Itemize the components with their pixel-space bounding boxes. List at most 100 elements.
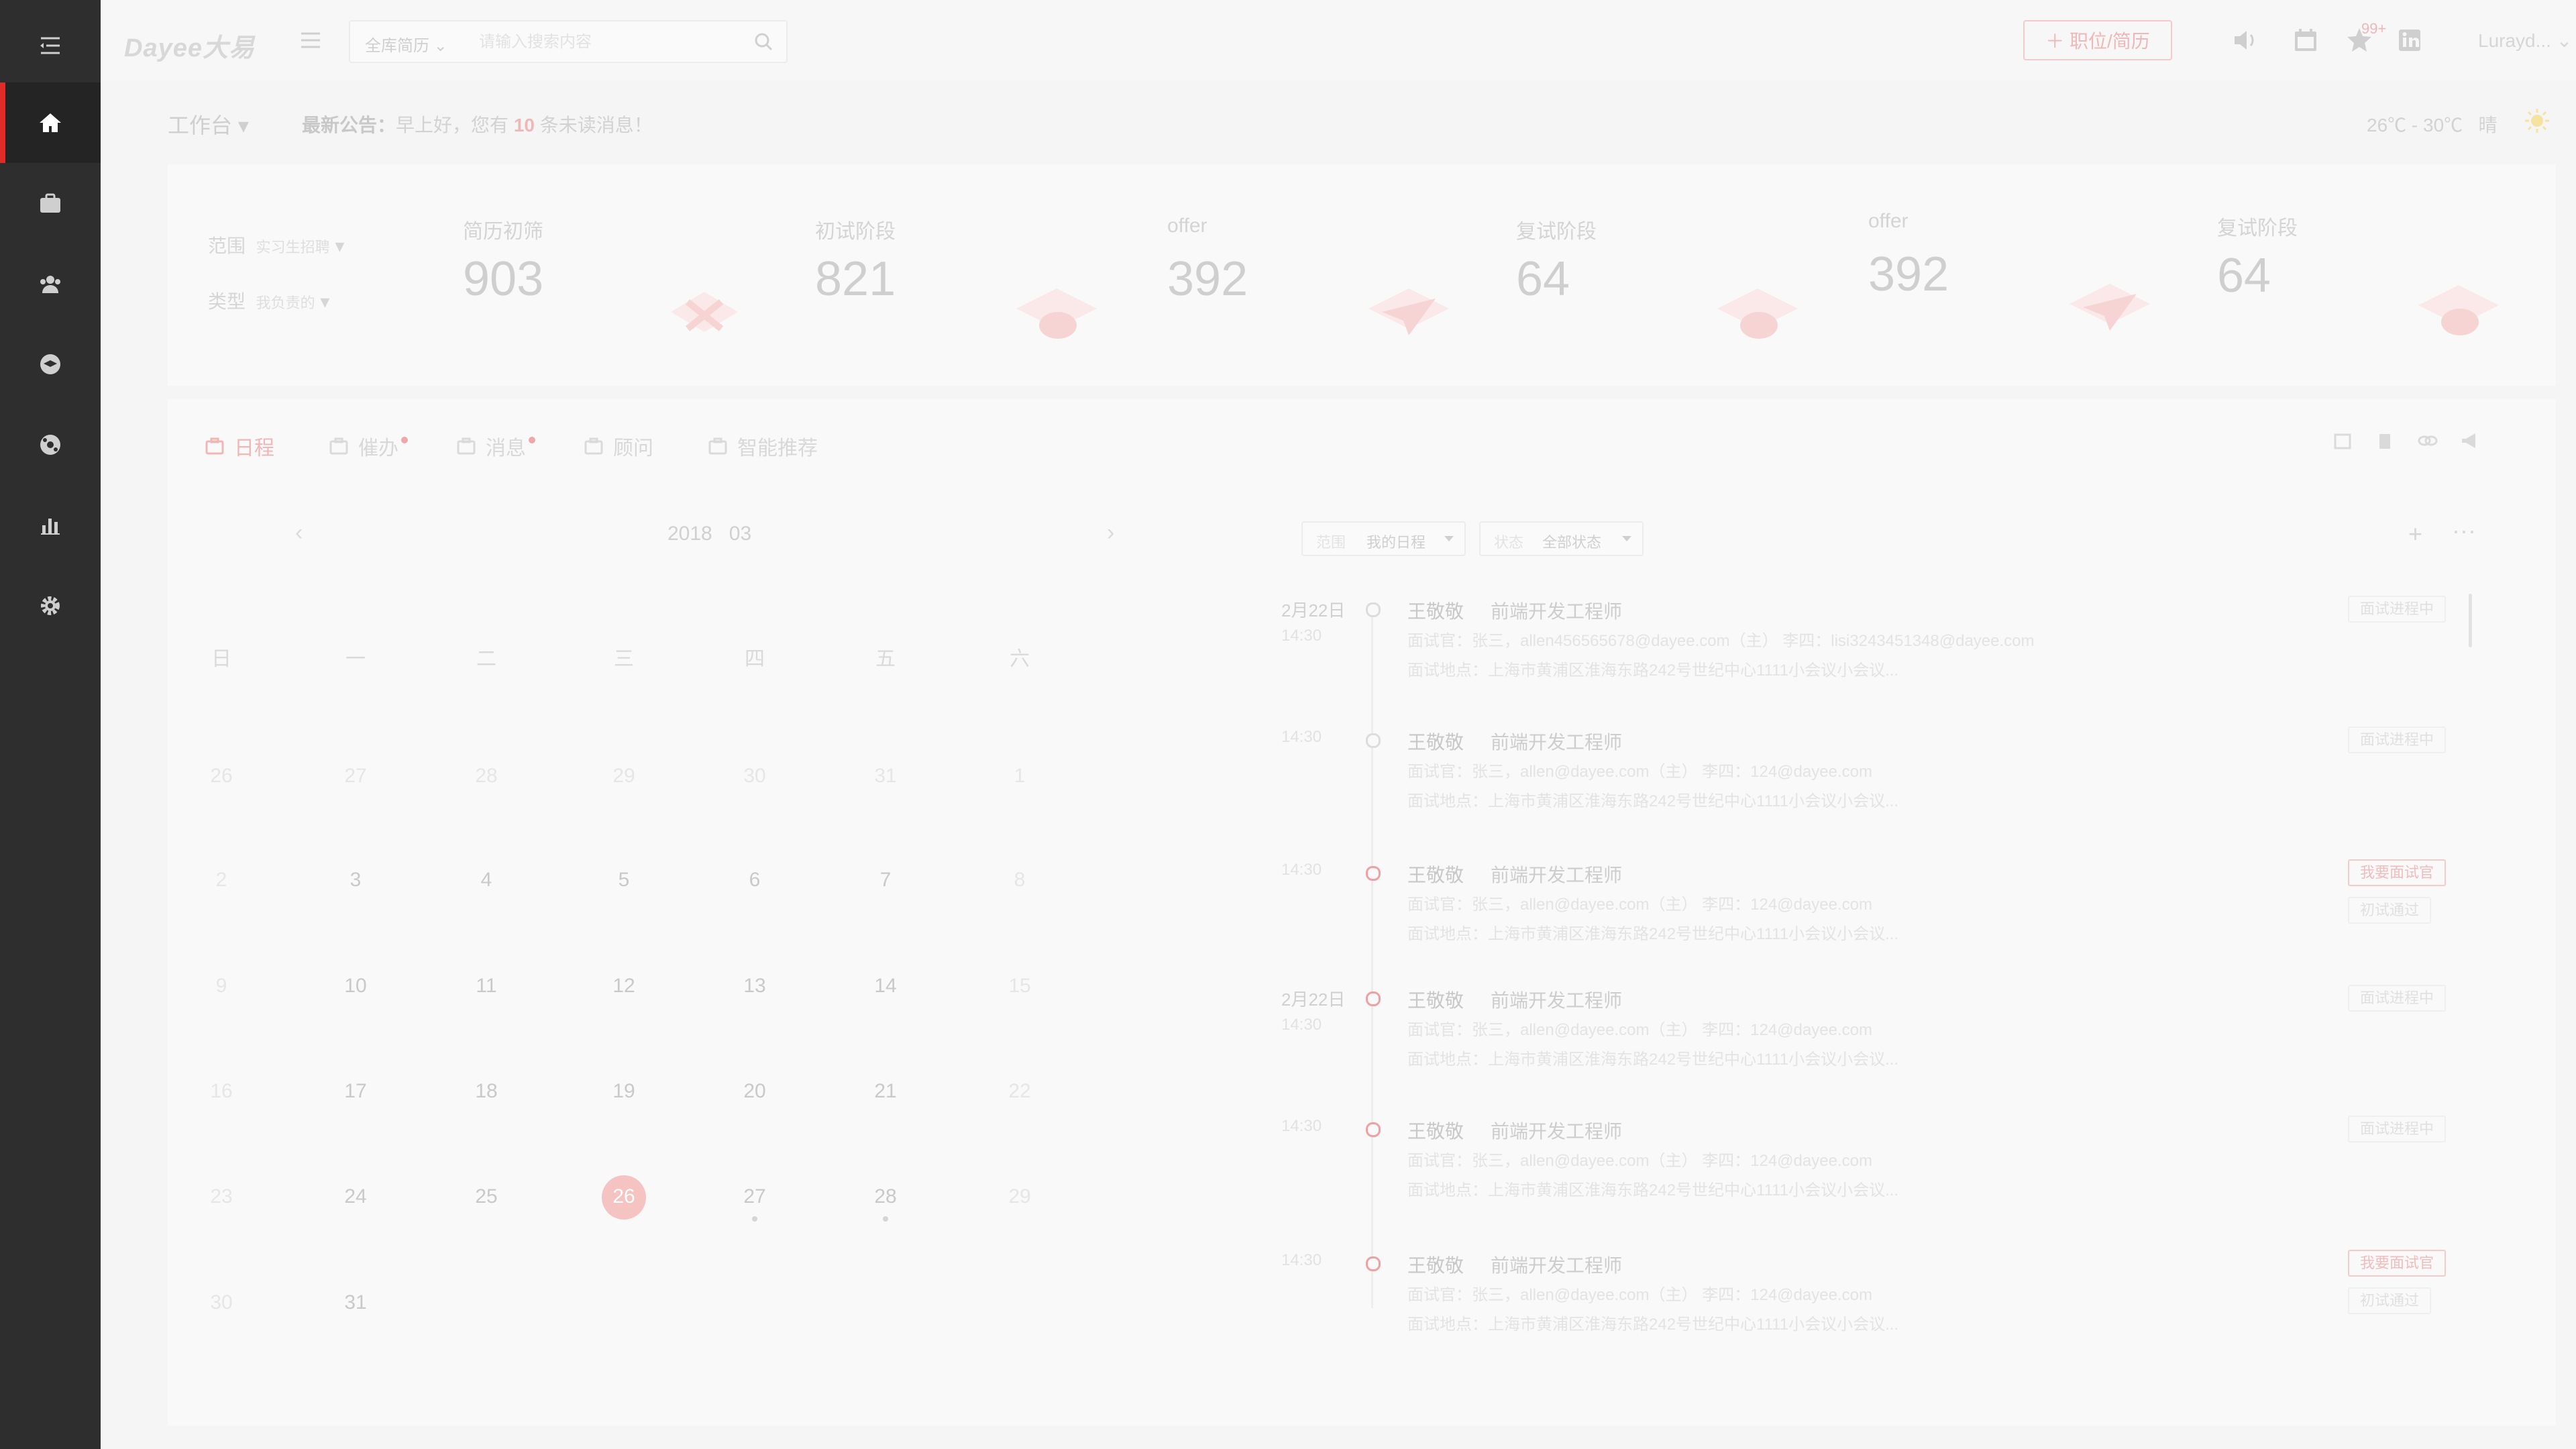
sidebar-item-campus[interactable] (0, 324, 101, 405)
sidebar-item-jobs[interactable] (0, 163, 101, 244)
calendar-day[interactable]: 8 (989, 869, 1050, 892)
calendar-day[interactable]: 14 (855, 975, 916, 998)
megaphone-icon[interactable] (2459, 429, 2481, 452)
schedule-entry[interactable]: 14:30 王敬敬 前端开发工程师 面试官：张三，allen@dayee.com（主）… (1281, 1250, 2455, 1372)
sidebar-collapse-button[interactable] (0, 5, 101, 86)
candidate-name[interactable]: 王敬敬 (1407, 728, 1464, 755)
stat-card-second-interview[interactable]: 复试阶段 64 (1516, 215, 1818, 356)
tab-schedule[interactable]: 日程 (205, 431, 274, 461)
user-menu[interactable]: Lurayd... ⌄ (2478, 30, 2572, 52)
tab-consultant[interactable]: 顾问 (584, 431, 653, 461)
link-icon[interactable] (2416, 429, 2439, 452)
calendar-day[interactable]: 21 (855, 1080, 916, 1103)
calendar-day[interactable]: 27 (724, 1185, 785, 1208)
search-input[interactable] (478, 27, 735, 58)
calendar-day[interactable]: 23 (191, 1185, 252, 1208)
calendar-day[interactable]: 28 (855, 1185, 916, 1208)
calendar-day[interactable]: 18 (456, 1080, 517, 1103)
calendar-day[interactable]: 20 (724, 1080, 785, 1103)
calendar-day[interactable]: 10 (325, 975, 386, 998)
calendar-day[interactable]: 17 (325, 1080, 386, 1103)
calendar-day[interactable]: 1 (989, 765, 1050, 788)
candidate-name[interactable]: 王敬敬 (1407, 1251, 1464, 1278)
stat-card-resume-screening[interactable]: 简历初筛 903 (463, 215, 765, 356)
calendar-day[interactable]: 11 (456, 975, 517, 998)
star-icon[interactable] (2345, 25, 2374, 55)
calendar-day[interactable]: 28 (456, 765, 517, 788)
stat-card-first-interview[interactable]: 初试阶段 821 (815, 215, 1117, 356)
calendar-next-button[interactable]: › (1107, 520, 1114, 546)
position-name: 前端开发工程师 (1491, 601, 1623, 622)
linkedin-icon[interactable] (2395, 25, 2424, 55)
announcement[interactable]: 最新公告：早上好，您有 10 条未读消息！ (302, 111, 653, 138)
schedule-status-select[interactable]: 状态 全部状态 (1479, 521, 1644, 556)
calendar-day[interactable]: 24 (325, 1185, 386, 1208)
calendar-day[interactable]: 13 (724, 975, 785, 998)
unread-dot (529, 437, 535, 443)
calendar-day[interactable]: 9 (191, 975, 252, 998)
type-filter-value: 我负责的 (256, 294, 315, 311)
calendar-day[interactable]: 6 (724, 869, 785, 892)
calendar-day[interactable]: 16 (191, 1080, 252, 1103)
schedule-scope-select[interactable]: 范围 我的日程 (1301, 521, 1466, 556)
scrollbar[interactable] (2469, 594, 2472, 647)
stat-card-offer[interactable]: offer 392 (1167, 215, 1469, 356)
add-schedule-button[interactable]: + (2408, 520, 2422, 548)
calendar-day-today[interactable]: 26 (594, 1185, 654, 1208)
sidebar-item-home[interactable] (0, 83, 101, 163)
stat-card-offer-2[interactable]: offer 392 (1868, 210, 2170, 351)
schedule-entry[interactable]: 14:30 王敬敬 前端开发工程师 面试官：张三，allen@dayee.com（主）… (1281, 727, 2455, 849)
calendar-day[interactable]: 2 (191, 869, 252, 892)
sidebar-item-reports[interactable] (0, 485, 101, 566)
schedule-entry[interactable]: 2月22日 14:30 王敬敬 前端开发工程师 面试官：张三，allen45656567… (1281, 596, 2455, 718)
more-button[interactable]: ··· (2452, 517, 2476, 545)
refresh-icon[interactable] (2331, 429, 2354, 452)
tab-messages[interactable]: 消息 (456, 431, 535, 461)
candidate-name[interactable]: 王敬敬 (1407, 986, 1464, 1013)
calendar-icon[interactable] (2291, 25, 2320, 55)
calendar-day[interactable]: 26 (191, 765, 252, 788)
calendar-day[interactable]: 19 (594, 1080, 654, 1103)
deco-paper-plane-icon (1368, 288, 1449, 335)
speaker-icon[interactable] (2231, 25, 2260, 55)
stat-card-second-interview-2[interactable]: 复试阶段 64 (2217, 211, 2519, 352)
calendar-day[interactable]: 3 (325, 869, 386, 892)
hamburger-menu-icon[interactable] (299, 28, 323, 52)
scope-filter[interactable]: 范围 实习生招聘 ▾ (208, 231, 344, 258)
calendar-day[interactable]: 22 (989, 1080, 1050, 1103)
calendar-day[interactable]: 25 (456, 1185, 517, 1208)
candidate-name[interactable]: 王敬敬 (1407, 597, 1464, 624)
search-icon[interactable] (753, 31, 774, 52)
calendar-day[interactable]: 7 (855, 869, 916, 892)
calendar-day[interactable]: 5 (594, 869, 654, 892)
add-position-resume-button[interactable]: ＋ 职位/简历 (2023, 20, 2172, 60)
calendar-day[interactable]: 27 (325, 765, 386, 788)
candidate-name[interactable]: 王敬敬 (1407, 1117, 1464, 1144)
status-badge[interactable]: 我要面试官 (2348, 859, 2447, 886)
tab-urge[interactable]: 催办 (329, 431, 408, 461)
calendar-day[interactable]: 15 (989, 975, 1050, 998)
calendar-day[interactable]: 29 (594, 765, 654, 788)
search-scope-select[interactable]: 全库简历 ⌄ (365, 32, 447, 56)
sidebar-item-channels[interactable] (0, 405, 101, 485)
calendar-day[interactable]: 4 (456, 869, 517, 892)
sidebar-item-candidates[interactable] (0, 244, 101, 324)
type-filter[interactable]: 类型 我负责的 ▾ (208, 287, 329, 314)
calendar-day[interactable]: 31 (855, 765, 916, 788)
schedule-entry[interactable]: 2月22日 14:30 王敬敬 前端开发工程师 面试官：张三，allen@dayee.c… (1281, 985, 2455, 1107)
tab-smart-recommend[interactable]: 智能推荐 (708, 431, 818, 461)
calendar-day[interactable]: 30 (724, 765, 785, 788)
workbench-dropdown[interactable]: 工作台 ▾ (168, 109, 249, 140)
trash-icon[interactable] (2373, 429, 2396, 452)
calendar-prev-button[interactable]: ‹ (295, 520, 303, 546)
schedule-entry[interactable]: 14:30 王敬敬 前端开发工程师 面试官：张三，allen@dayee.com（主）… (1281, 859, 2455, 981)
calendar-day[interactable]: 12 (594, 975, 654, 998)
calendar-day[interactable]: 30 (191, 1291, 252, 1314)
calendar-day[interactable]: 29 (989, 1185, 1050, 1208)
calendar-day[interactable]: 31 (325, 1291, 386, 1314)
sidebar-item-settings[interactable] (0, 566, 101, 646)
schedule-entry[interactable]: 14:30 王敬敬 前端开发工程师 面试官：张三，allen@dayee.com（主）… (1281, 1116, 2455, 1238)
candidate-name[interactable]: 王敬敬 (1407, 861, 1464, 888)
announcement-suffix: 条未读消息！ (539, 115, 653, 136)
status-badge[interactable]: 我要面试官 (2348, 1250, 2447, 1277)
